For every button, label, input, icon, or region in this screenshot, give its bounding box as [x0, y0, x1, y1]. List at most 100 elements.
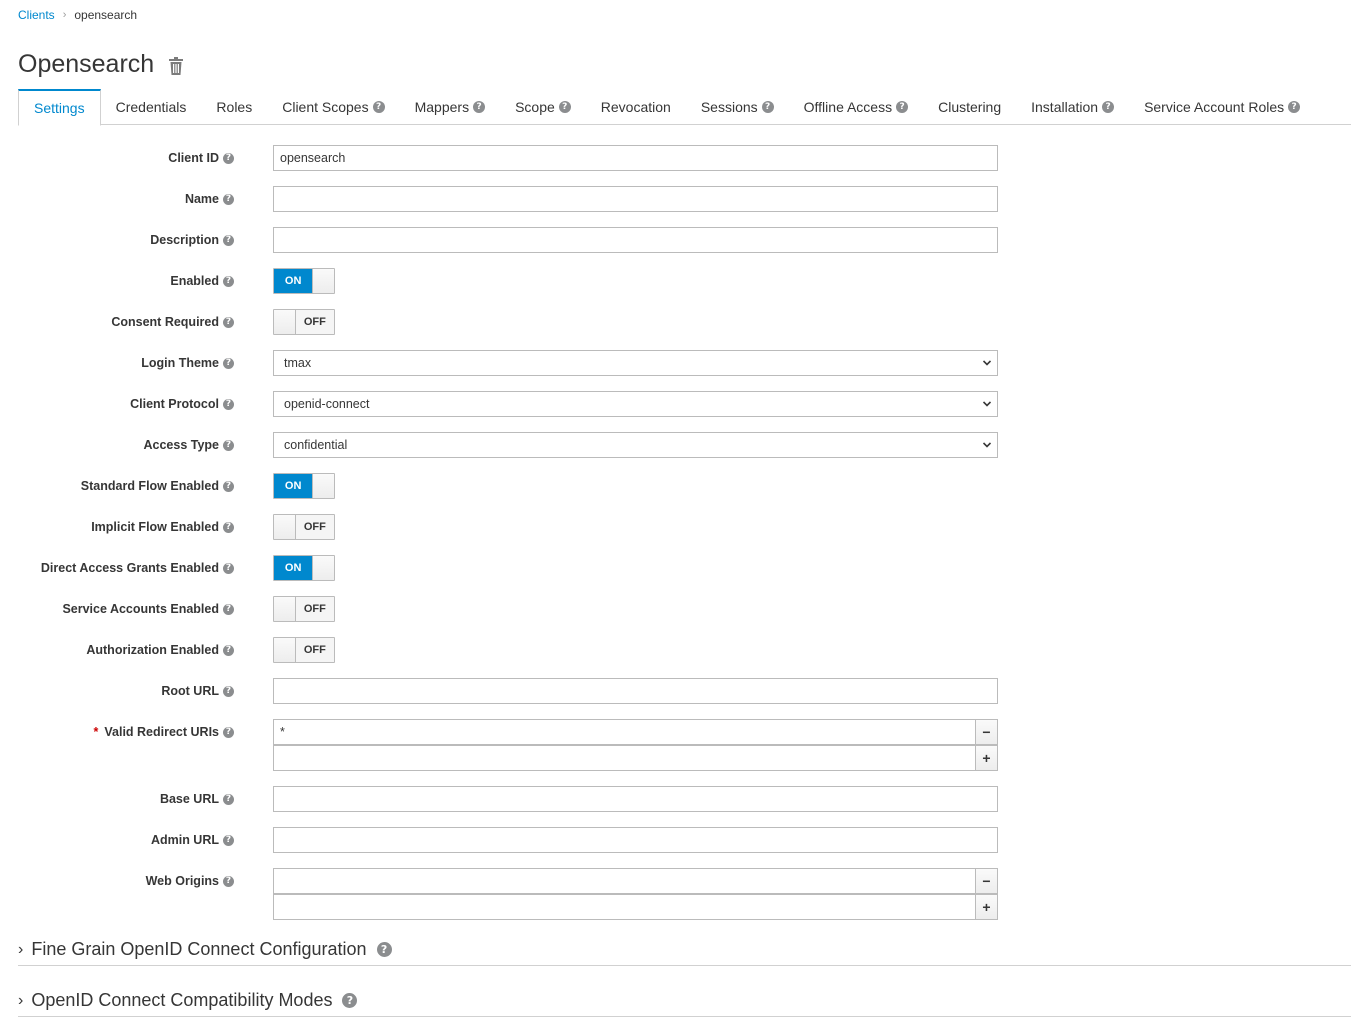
- direct-access-toggle[interactable]: ON: [273, 555, 335, 581]
- tab-label: Client Scopes: [282, 99, 369, 115]
- help-icon[interactable]: ?: [223, 685, 234, 697]
- help-icon[interactable]: ?: [223, 521, 234, 533]
- help-icon[interactable]: ?: [1102, 101, 1115, 113]
- help-icon[interactable]: ?: [223, 480, 234, 492]
- description-input[interactable]: [273, 227, 998, 253]
- help-icon[interactable]: ?: [372, 101, 385, 113]
- tab-label: Scope: [515, 99, 555, 115]
- enabled-toggle[interactable]: ON: [273, 268, 335, 294]
- tab-scope[interactable]: Scope?: [500, 89, 586, 125]
- remove-button[interactable]: −: [975, 868, 998, 894]
- base-url-input[interactable]: [273, 786, 998, 812]
- toggle-state: OFF: [295, 597, 334, 621]
- redirect-uri-input[interactable]: [273, 719, 976, 745]
- name-input[interactable]: [273, 186, 998, 212]
- tab-label: Service Account Roles: [1144, 99, 1285, 115]
- select-value: tmax: [284, 356, 312, 370]
- tab-roles[interactable]: Roles: [201, 89, 267, 125]
- root-url-input[interactable]: [273, 678, 998, 704]
- help-icon[interactable]: ?: [558, 101, 571, 113]
- fine-grain-section-toggle[interactable]: › Fine Grain OpenID Connect Configuratio…: [18, 934, 1351, 966]
- authorization-toggle[interactable]: OFF: [273, 637, 335, 663]
- help-icon[interactable]: ?: [223, 193, 234, 205]
- admin-url-label: Admin URL?: [151, 827, 234, 853]
- help-icon[interactable]: ?: [223, 793, 234, 805]
- toggle-knob: [312, 556, 334, 580]
- tab-label: Mappers: [414, 99, 470, 115]
- add-button[interactable]: +: [975, 894, 998, 920]
- chevron-right-icon: ›: [18, 991, 24, 1009]
- breadcrumb-clients-link[interactable]: Clients: [18, 8, 55, 22]
- toggle-state: ON: [274, 269, 313, 293]
- help-icon[interactable]: ?: [223, 644, 234, 656]
- breadcrumb: Clients › opensearch: [18, 8, 137, 22]
- help-icon[interactable]: ?: [223, 603, 234, 615]
- toggle-knob: [312, 474, 334, 498]
- compat-section-toggle[interactable]: › OpenID Connect Compatibility Modes ?: [18, 985, 1351, 1017]
- toggle-knob: [274, 515, 296, 539]
- implicit-flow-toggle[interactable]: OFF: [273, 514, 335, 540]
- redirect-uris-row: *Valid Redirect URIs? − +: [0, 719, 1000, 771]
- root-url-label: Root URL?: [161, 678, 234, 704]
- chevron-right-icon: ›: [18, 940, 24, 958]
- toggle-state: ON: [274, 556, 313, 580]
- help-icon[interactable]: ?: [223, 875, 234, 887]
- redirect-uri-new-input[interactable]: [273, 745, 976, 771]
- help-icon[interactable]: ?: [223, 398, 234, 410]
- tab-offline-access[interactable]: Offline Access?: [789, 89, 923, 125]
- help-icon[interactable]: ?: [896, 101, 909, 113]
- admin-url-input[interactable]: [273, 827, 998, 853]
- standard-flow-toggle[interactable]: ON: [273, 473, 335, 499]
- help-icon[interactable]: ?: [223, 357, 234, 369]
- help-icon[interactable]: ?: [473, 101, 486, 113]
- tab-installation[interactable]: Installation?: [1016, 89, 1129, 125]
- chevron-down-icon: [983, 442, 991, 448]
- access-type-select[interactable]: confidential: [273, 432, 998, 458]
- page-header: Opensearch: [18, 50, 184, 79]
- web-origin-new-input[interactable]: [273, 894, 976, 920]
- implicit-flow-label: Implicit Flow Enabled?: [91, 514, 234, 540]
- tab-label: Installation: [1031, 99, 1099, 115]
- add-button[interactable]: +: [975, 745, 998, 771]
- tab-clustering[interactable]: Clustering: [923, 89, 1016, 125]
- client-protocol-select[interactable]: openid-connect: [273, 391, 998, 417]
- help-icon[interactable]: ?: [223, 234, 234, 246]
- web-origin-line: +: [273, 894, 998, 920]
- tab-credentials[interactable]: Credentials: [101, 89, 202, 125]
- client-id-input[interactable]: [273, 145, 998, 171]
- tab-client-scopes[interactable]: Client Scopes?: [267, 89, 399, 125]
- name-row: Name?: [0, 186, 1000, 212]
- help-icon[interactable]: ?: [223, 562, 234, 574]
- help-icon[interactable]: ?: [376, 942, 392, 957]
- consent-required-row: Consent Required? OFF: [0, 309, 1000, 335]
- help-icon[interactable]: ?: [223, 834, 234, 846]
- client-id-row: Client ID?: [0, 145, 1000, 171]
- remove-button[interactable]: −: [975, 719, 998, 745]
- help-icon[interactable]: ?: [1288, 101, 1301, 113]
- help-icon[interactable]: ?: [223, 152, 234, 164]
- tab-sessions[interactable]: Sessions?: [686, 89, 789, 125]
- help-icon[interactable]: ?: [761, 101, 774, 113]
- help-icon[interactable]: ?: [223, 275, 234, 287]
- tab-service-account-roles[interactable]: Service Account Roles?: [1129, 89, 1315, 125]
- web-origin-input[interactable]: [273, 868, 976, 894]
- help-icon[interactable]: ?: [223, 316, 234, 328]
- consent-required-toggle[interactable]: OFF: [273, 309, 335, 335]
- tab-settings[interactable]: Settings: [18, 89, 101, 126]
- service-accounts-toggle[interactable]: OFF: [273, 596, 335, 622]
- help-icon[interactable]: ?: [223, 439, 234, 451]
- login-theme-select[interactable]: tmax: [273, 350, 998, 376]
- admin-url-row: Admin URL?: [0, 827, 1000, 853]
- tab-label: Roles: [216, 99, 253, 115]
- enabled-row: Enabled? ON: [0, 268, 1000, 294]
- help-icon[interactable]: ?: [223, 726, 234, 738]
- redirect-uris-list: − +: [273, 719, 998, 771]
- toggle-knob: [274, 597, 296, 621]
- tab-revocation[interactable]: Revocation: [586, 89, 686, 125]
- section-title: Fine Grain OpenID Connect Configuration: [31, 939, 367, 959]
- consent-required-label: Consent Required?: [111, 309, 234, 335]
- help-icon[interactable]: ?: [342, 993, 358, 1008]
- trash-icon[interactable]: [168, 56, 184, 75]
- tab-label: Offline Access: [803, 99, 893, 115]
- tab-mappers[interactable]: Mappers?: [400, 89, 500, 125]
